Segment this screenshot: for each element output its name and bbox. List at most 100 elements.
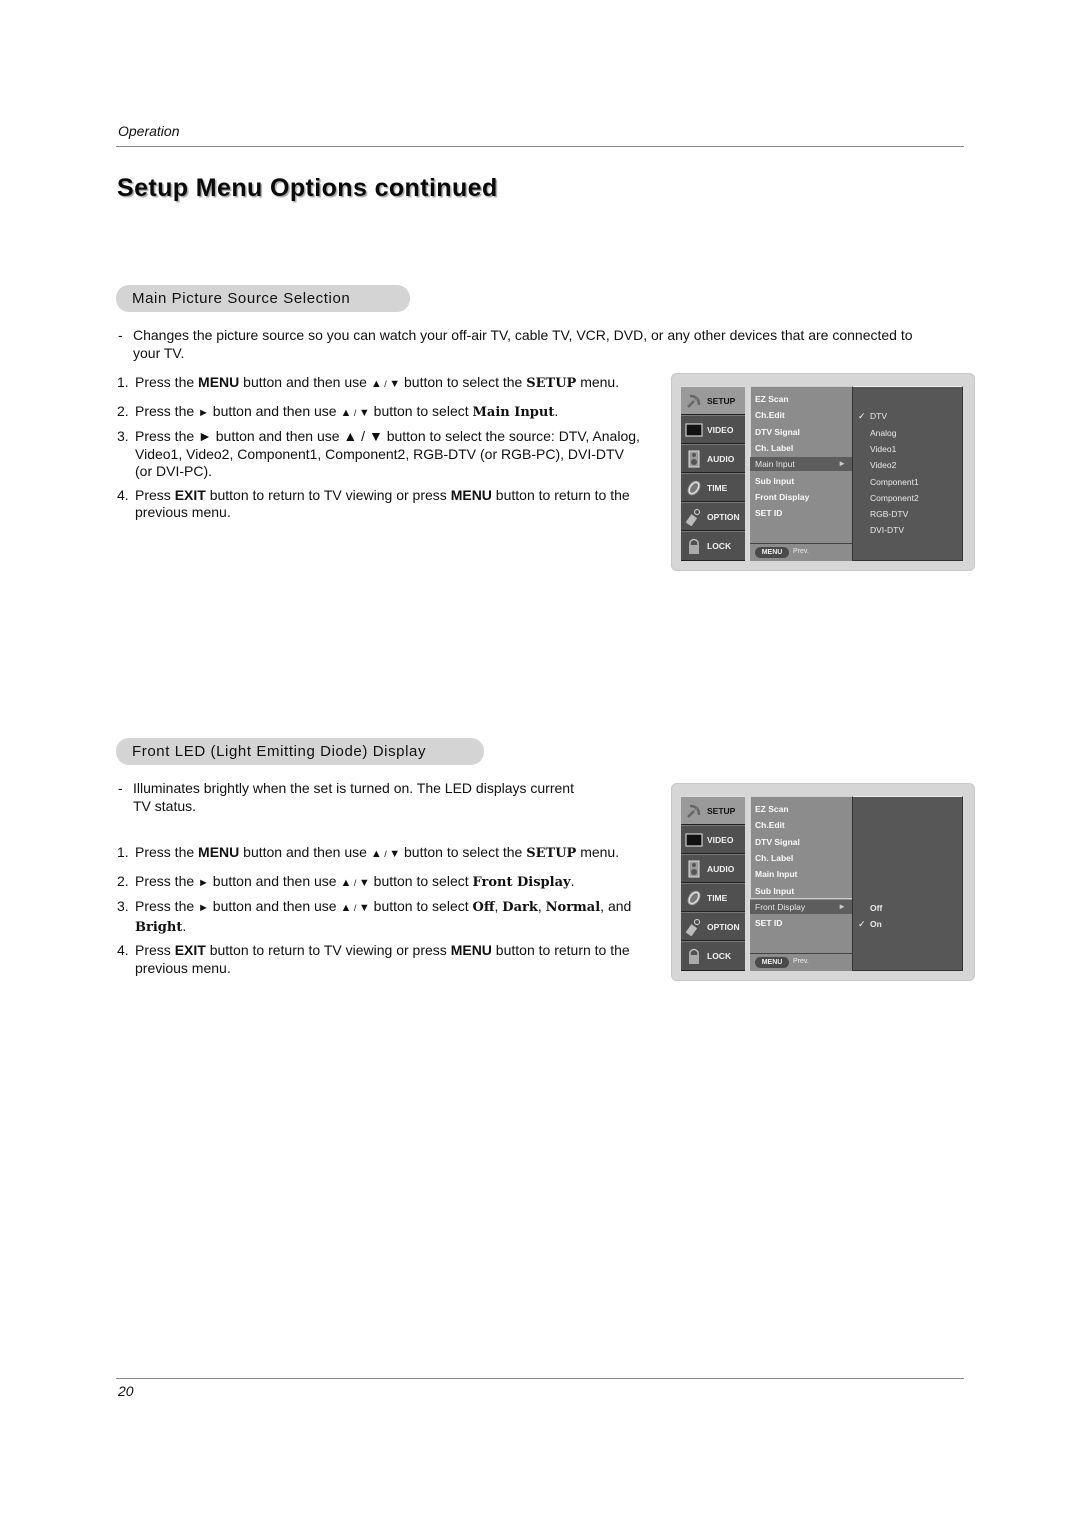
bullet-dash: - xyxy=(118,327,123,343)
menu-item-set-id[interactable]: SET ID xyxy=(755,918,782,928)
bullet-dash: - xyxy=(118,780,123,796)
menu-item-ch-label[interactable]: Ch. Label xyxy=(755,853,793,863)
menu-button[interactable]: MENU xyxy=(755,547,789,558)
padlock-icon xyxy=(689,538,699,554)
section-heading-main-picture-source: Main Picture Source Selection xyxy=(116,285,410,312)
monitor-icon xyxy=(685,423,703,437)
menu-items-panel: EZ Scan Ch.Edit DTV Signal Ch. Label Mai… xyxy=(749,386,853,561)
tab-video[interactable]: VIDEO xyxy=(681,415,745,444)
submenu-arrow-icon: ► xyxy=(838,902,846,911)
menu-item-main-input[interactable]: Main Input xyxy=(755,869,798,879)
down-arrow-icon: ▼ xyxy=(358,406,370,419)
options-panel: ✓ DTV Analog Video1 Video2 Component1 Co… xyxy=(852,386,963,561)
right-arrow-icon: ► xyxy=(198,406,209,419)
menu-footer: MENU Prev. xyxy=(750,543,853,561)
tv-setup-menu-front-display: SETUP VIDEO AUDIO TIME OPTION LOCK EZ Sc… xyxy=(671,783,975,981)
menu-tab-sidebar: SETUP VIDEO AUDIO TIME OPTION LOCK xyxy=(681,796,745,971)
step: 1. Press the MENU button and then use ▲ /… xyxy=(117,374,620,391)
menu-item-dtv-signal[interactable]: DTV Signal xyxy=(755,837,800,847)
tab-lock[interactable]: LOCK xyxy=(681,941,745,971)
description-line: your TV. xyxy=(133,344,185,361)
tab-video[interactable]: VIDEO xyxy=(681,825,745,854)
steps-list: 1. Press the MENU button and then use ▲ /… xyxy=(117,844,657,977)
menu-item-sub-input[interactable]: Sub Input xyxy=(755,476,794,486)
down-arrow-icon: ▼ xyxy=(389,378,401,390)
menu-items-panel: EZ Scan Ch.Edit DTV Signal Ch. Label Mai… xyxy=(749,796,853,971)
down-arrow-icon: ▼ xyxy=(358,902,370,914)
tv-setup-menu-main-input: SETUP VIDEO AUDIO TIME OPTION LOCK EZ Sc… xyxy=(671,373,975,571)
step: 2. Press the ► button and then use ▲ / ▼ … xyxy=(117,402,559,420)
option-on[interactable]: On xyxy=(870,919,882,929)
description-line: TV status. xyxy=(133,797,197,814)
submenu-arrow-icon: ► xyxy=(838,459,846,468)
right-arrow-icon: ► xyxy=(198,876,209,889)
tab-option[interactable]: OPTION xyxy=(681,912,745,941)
step: 2. Press the ► button and then use ▲ / ▼ … xyxy=(117,872,575,890)
option-dvi-dtv[interactable]: DVI-DTV xyxy=(870,525,904,535)
menu-footer: MENU Prev. xyxy=(750,953,853,971)
prev-label: Prev. xyxy=(793,958,809,965)
tab-audio[interactable]: AUDIO xyxy=(681,854,745,883)
tab-time[interactable]: TIME xyxy=(681,883,745,912)
description-line: Illuminates brightly when the set is tur… xyxy=(133,780,574,796)
section-description: - Changes the picture source so you can … xyxy=(118,327,963,362)
menu-item-front-display[interactable]: Front Display ► xyxy=(750,900,853,914)
down-arrow-icon: ▼ xyxy=(358,876,370,889)
satellite-dish-icon xyxy=(687,394,701,408)
step: 1. Press the MENU button and then use ▲ /… xyxy=(117,844,620,861)
menu-item-front-display[interactable]: Front Display xyxy=(755,492,809,502)
menu-item-sub-input[interactable]: Sub Input xyxy=(755,886,794,896)
step: 4. Press EXIT button to return to TV view… xyxy=(117,942,630,976)
clock-icon xyxy=(687,480,701,496)
satellite-dish-icon xyxy=(687,804,701,818)
running-head: Operation xyxy=(118,123,180,139)
clock-icon xyxy=(687,890,701,906)
checkmark-icon: ✓ xyxy=(858,919,866,929)
padlock-icon xyxy=(689,948,699,964)
option-rgb-dtv[interactable]: RGB-DTV xyxy=(870,509,908,519)
tab-time[interactable]: TIME xyxy=(681,473,745,502)
menu-button[interactable]: MENU xyxy=(755,957,789,968)
menu-item-ch-edit[interactable]: Ch.Edit xyxy=(755,820,785,830)
up-arrow-icon: ▲ xyxy=(340,902,352,914)
option-dtv[interactable]: DTV xyxy=(870,411,887,421)
menu-item-dtv-signal[interactable]: DTV Signal xyxy=(755,427,800,437)
up-arrow-icon: ▲ xyxy=(340,406,352,419)
menu-item-ez-scan[interactable]: EZ Scan xyxy=(755,804,789,814)
option-analog[interactable]: Analog xyxy=(870,428,896,438)
option-video1[interactable]: Video1 xyxy=(870,444,896,454)
description-line: Changes the picture source so you can wa… xyxy=(133,327,913,343)
prev-label: Prev. xyxy=(793,548,809,555)
menu-item-ch-label[interactable]: Ch. Label xyxy=(755,443,793,453)
steps-list: 1. Press the MENU button and then use ▲ /… xyxy=(117,374,657,522)
section-heading-front-led-display: Front LED (Light Emitting Diode) Display xyxy=(116,738,484,765)
step: 3. Press the ► button and then use ▲ / ▼… xyxy=(117,428,640,479)
up-arrow-icon: ▲ xyxy=(370,378,382,390)
footer-rule xyxy=(116,1378,964,1379)
page-title: Setup Menu Options continued xyxy=(117,174,498,202)
header-rule xyxy=(116,146,964,147)
step: 4. Press EXIT button to return to TV view… xyxy=(117,486,630,521)
tag-icon xyxy=(685,509,700,526)
menu-item-ch-edit[interactable]: Ch.Edit xyxy=(755,410,785,420)
tab-audio[interactable]: AUDIO xyxy=(681,444,745,473)
monitor-icon xyxy=(685,833,703,847)
tab-lock[interactable]: LOCK xyxy=(681,531,745,561)
option-component2[interactable]: Component2 xyxy=(870,493,919,503)
tab-setup[interactable]: SETUP xyxy=(681,796,745,825)
option-off[interactable]: Off xyxy=(870,903,882,913)
tab-setup[interactable]: SETUP xyxy=(681,386,745,415)
options-panel: Off ✓ On xyxy=(852,796,963,971)
option-video2[interactable]: Video2 xyxy=(870,460,896,470)
menu-tab-sidebar: SETUP VIDEO AUDIO TIME OPTION LOCK xyxy=(681,386,745,561)
menu-item-main-input[interactable]: Main Input ► xyxy=(750,457,853,471)
page-number: 20 xyxy=(118,1383,134,1399)
menu-item-ez-scan[interactable]: EZ Scan xyxy=(755,394,789,404)
up-arrow-icon: ▲ xyxy=(370,848,382,860)
up-arrow-icon: ▲ xyxy=(340,876,352,889)
option-component1[interactable]: Component1 xyxy=(870,477,919,487)
menu-item-set-id[interactable]: SET ID xyxy=(755,508,782,518)
section-description: - Illuminates brightly when the set is t… xyxy=(118,780,653,815)
tab-option[interactable]: OPTION xyxy=(681,502,745,531)
down-arrow-icon: ▼ xyxy=(389,848,401,860)
